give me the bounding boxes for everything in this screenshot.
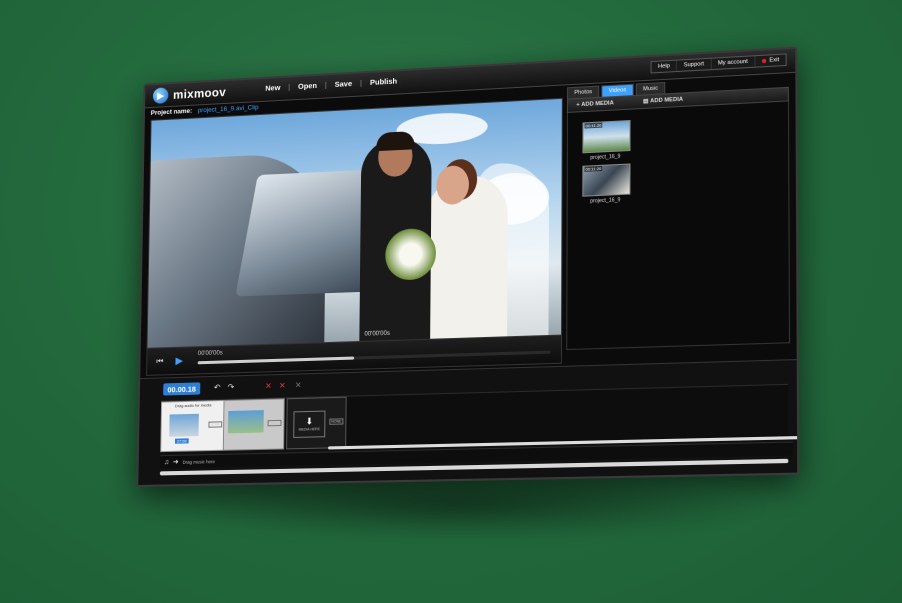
timeline-panel: 00.00.18 ↶ ↷ ✕ ✕ ✕ Drag audio for media …	[138, 359, 800, 486]
delete-icon[interactable]: ✕	[265, 381, 272, 390]
delete-disabled-icon[interactable]: ✕	[295, 381, 302, 390]
media-duration: 00:11:20	[584, 122, 603, 129]
media-library: 00:11:20 project_16_9 00:11:20 project_1…	[566, 101, 791, 351]
project-name-label: Project name:	[150, 107, 193, 117]
help-link[interactable]: Help	[651, 60, 678, 73]
timeline-clip[interactable]: Drag audio for media 27:00 NONE	[160, 399, 226, 453]
scene: ▶ mixmoov New | Open | Save | Publish He…	[0, 0, 902, 603]
media-duration: 00:11:20	[584, 165, 603, 172]
menu-separator: |	[360, 78, 363, 88]
tab-photos[interactable]: Photos	[567, 85, 600, 99]
skip-back-icon[interactable]: ⏮	[153, 354, 167, 368]
progress-bar[interactable]	[197, 350, 551, 365]
app-window: ▶ mixmoov New | Open | Save | Publish He…	[136, 46, 800, 488]
total-time: 00'00'00s	[364, 330, 390, 338]
my-account-link[interactable]: My account	[711, 56, 756, 70]
menu-separator: |	[288, 82, 291, 92]
bride-image	[425, 173, 508, 341]
media-item[interactable]: 00:11:20 project_16_9	[582, 119, 631, 162]
transition-none-tag[interactable]: NONE	[267, 419, 282, 427]
exit-label: Exit	[769, 56, 780, 64]
clip-thumbnail	[227, 410, 264, 434]
play-icon[interactable]: ▶	[172, 354, 186, 369]
drop-media-slot[interactable]: ⬇ MEDIA HERE NONE	[286, 396, 347, 450]
timecode-display: 00.00.18	[163, 382, 201, 396]
add-media-label: ADD MEDIA	[581, 100, 614, 109]
download-arrow-icon: ⬇	[305, 415, 314, 427]
project-name-value[interactable]: project_16_9.avi_Clip	[198, 104, 259, 114]
logo-text: mixmoov	[172, 85, 227, 102]
menu-open[interactable]: Open	[298, 81, 317, 91]
account-menu: Help Support My account Exit	[650, 53, 787, 74]
media-label: project_16_9	[590, 197, 621, 205]
tab-videos[interactable]: Videos	[601, 83, 634, 97]
add-media-folder-button[interactable]: ▤ ADD MEDIA	[643, 97, 683, 105]
menu-publish[interactable]: Publish	[370, 76, 397, 87]
drag-music-label: Drag music here	[182, 458, 215, 465]
support-link[interactable]: Support	[677, 58, 712, 71]
music-icon: ♫	[163, 458, 170, 466]
groom-hair-image	[376, 131, 415, 152]
drag-audio-label: Drag audio for media	[174, 402, 212, 409]
progress-fill	[197, 356, 354, 365]
logo: ▶ mixmoov	[152, 84, 227, 104]
media-thumbnail: 00:11:20	[582, 163, 631, 197]
drop-media-label: MEDIA HERE	[298, 427, 321, 432]
menu-new[interactable]: New	[265, 83, 280, 93]
arrow-right-icon: ➜	[172, 458, 179, 467]
tab-music[interactable]: Music	[635, 81, 666, 95]
delete-all-icon[interactable]: ✕	[279, 381, 286, 390]
exit-link[interactable]: Exit	[755, 55, 785, 67]
exit-icon	[761, 58, 767, 63]
transition-none-tag[interactable]: NONE	[208, 421, 223, 428]
clip-duration: 27:00	[174, 438, 189, 444]
video-preview	[146, 97, 563, 349]
transition-none-tag[interactable]: NONE	[329, 418, 344, 425]
menu-separator: |	[324, 80, 327, 90]
timeline-clip[interactable]: NONE	[222, 398, 285, 451]
media-item[interactable]: 00:11:20 project_16_9	[582, 163, 631, 205]
media-thumbnail: 00:11:20	[582, 119, 631, 154]
drop-media-box[interactable]: ⬇ MEDIA HERE	[293, 410, 326, 438]
media-label: project_16_9	[590, 153, 621, 162]
main-menu: New | Open | Save | Publish	[265, 76, 397, 92]
video-track: Drag audio for media 27:00 NONE NONE ⬇ M…	[160, 383, 800, 453]
redo-icon[interactable]: ↷	[228, 382, 235, 391]
undo-icon[interactable]: ↶	[214, 383, 221, 392]
clip-thumbnail	[169, 413, 199, 437]
add-media-button[interactable]: + ADD MEDIA	[576, 100, 613, 108]
add-media-folder-label: ADD MEDIA	[650, 96, 684, 105]
menu-save[interactable]: Save	[335, 79, 353, 89]
media-panel: Photos Videos Music + ADD MEDIA ▤ ADD ME…	[566, 75, 791, 361]
current-time: 00'00'00s	[197, 350, 223, 358]
logo-icon: ▶	[152, 87, 169, 104]
